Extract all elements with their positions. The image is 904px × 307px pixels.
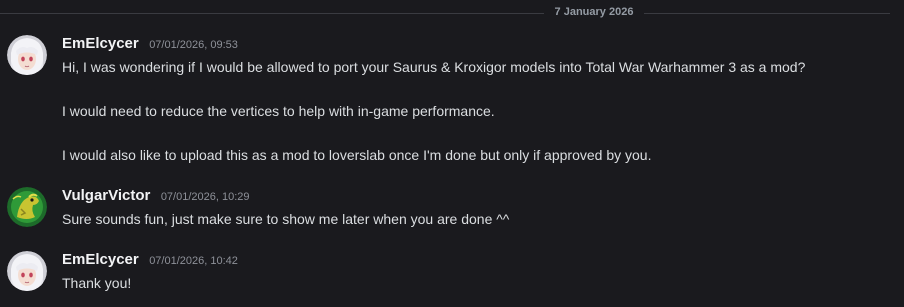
message-content: Sure sounds fun, just make sure to show … <box>62 208 882 230</box>
username[interactable]: VulgarVictor <box>62 187 150 204</box>
message-content: Thank you! <box>62 272 882 294</box>
timestamp[interactable]: 07/01/2026, 09:53 <box>149 39 238 51</box>
timestamp[interactable]: 07/01/2026, 10:29 <box>161 191 250 203</box>
username[interactable]: EmElcycer <box>62 35 139 52</box>
message-line-break <box>62 78 882 100</box>
chat-log: 7 January 2026 EmElcycer 07/01/2026, 09:… <box>0 0 904 307</box>
message-header: EmElcycer 07/01/2026, 09:53 <box>62 35 238 55</box>
user-avatar[interactable] <box>7 187 47 227</box>
message-group: VulgarVictor 07/01/2026, 10:29 Sure soun… <box>0 187 890 232</box>
message-line: Hi, I was wondering if I would be allowe… <box>62 59 806 75</box>
message-content: Hi, I was wondering if I would be allowe… <box>62 56 882 166</box>
message-group: EmElcycer 07/01/2026, 10:42 Thank you! <box>0 251 890 296</box>
divider-line-right <box>644 13 890 14</box>
user-avatar[interactable] <box>7 35 47 75</box>
message-line: I would need to reduce the vertices to h… <box>62 103 495 119</box>
message-group: EmElcycer 07/01/2026, 09:53 Hi, I was wo… <box>0 35 890 170</box>
date-divider: 7 January 2026 <box>0 5 890 21</box>
user-avatar[interactable] <box>7 251 47 291</box>
message-line: Sure sounds fun, just make sure to show … <box>62 211 510 227</box>
message-line-break <box>62 122 882 144</box>
divider-line-left <box>0 13 544 14</box>
message-line: Thank you! <box>62 275 132 291</box>
username[interactable]: EmElcycer <box>62 251 139 268</box>
message-header: EmElcycer 07/01/2026, 10:42 <box>62 251 238 271</box>
date-divider-label: 7 January 2026 <box>554 6 634 18</box>
timestamp[interactable]: 07/01/2026, 10:42 <box>149 255 238 267</box>
message-line: I would also like to upload this as a mo… <box>62 147 652 163</box>
message-header: VulgarVictor 07/01/2026, 10:29 <box>62 187 250 207</box>
